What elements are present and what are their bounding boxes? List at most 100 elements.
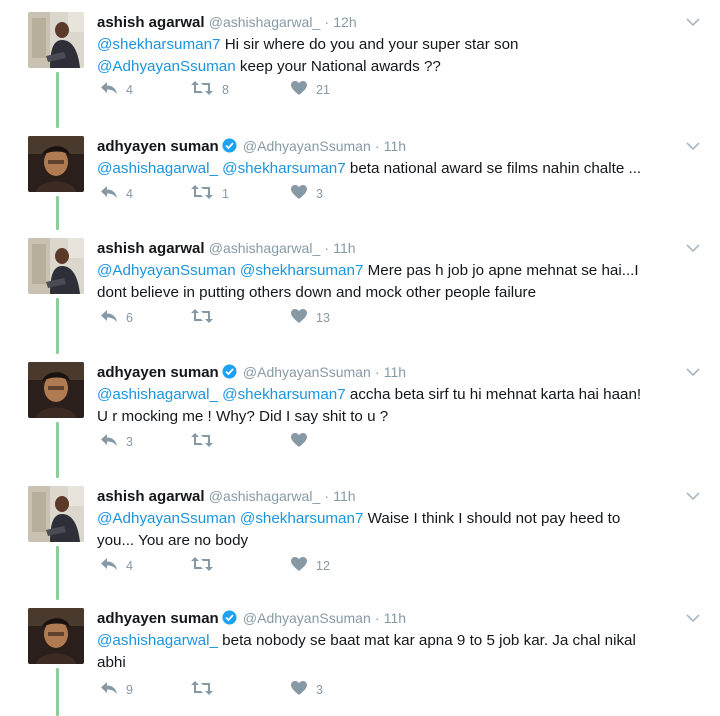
avatar-adhyayan[interactable]	[28, 136, 84, 192]
tweet-text-line: @AdhyayanSsuman keep your National award…	[97, 56, 697, 78]
handle[interactable]: @ashishagarwal_	[209, 488, 321, 504]
avatar-adhyayan[interactable]	[28, 362, 84, 418]
tweet-text-body: Waise I think I should not pay heed to	[363, 510, 621, 527]
mention-link[interactable]: @ashishagarwal_	[97, 386, 218, 403]
retweet-icon	[190, 432, 214, 451]
display-name[interactable]: ashish agarwal	[97, 14, 205, 31]
tweet-header: ashish agarwal @ashishagarwal_ · 11h	[97, 238, 356, 259]
tweet-header: ashish agarwal @ashishagarwal_ · 12h	[97, 12, 357, 33]
avatar-ashish[interactable]	[28, 238, 84, 294]
mention-link[interactable]: @AdhyayanSsuman	[97, 262, 236, 279]
chevron-down-icon[interactable]	[686, 364, 700, 382]
tweet[interactable]: ashish agarwal @ashishagarwal_ · 12h @she…	[0, 4, 720, 128]
avatar-ashish[interactable]	[28, 486, 84, 542]
tweet-text-body: U r mocking me ! Why? Did I say shit to …	[97, 408, 389, 425]
thread-connector-line	[56, 546, 59, 600]
tweet-text-line: you... You are no body	[97, 530, 697, 552]
like-button[interactable]: 21	[290, 80, 330, 99]
tweet-text: @AdhyayanSsuman @shekharsuman7 Waise I t…	[97, 508, 697, 552]
tweet-header: ashish agarwal @ashishagarwal_ · 11h	[97, 486, 356, 507]
tweet-text-body: Hi sir where do you and your super star …	[220, 36, 519, 53]
mention-link[interactable]: @ashishagarwal_	[97, 160, 218, 177]
mention-link[interactable]: @AdhyayanSsuman	[97, 58, 236, 75]
reply-button[interactable]: 4	[100, 80, 133, 99]
retweet-button[interactable]: 1	[190, 184, 229, 203]
thread-connector-line	[56, 298, 59, 354]
retweet-button[interactable]	[190, 432, 222, 451]
reply-button[interactable]: 4	[100, 556, 133, 575]
handle[interactable]: @ashishagarwal_	[209, 14, 321, 30]
retweet-button[interactable]	[190, 308, 222, 327]
reply-icon	[100, 184, 118, 203]
timestamp[interactable]: 11h	[333, 240, 355, 256]
tweet-text-line: @ashishagarwal_ beta nobody se baat mat …	[97, 630, 697, 652]
tweet-text: @ashishagarwal_ beta nobody se baat mat …	[97, 630, 697, 674]
like-icon	[290, 184, 308, 203]
chevron-down-icon[interactable]	[686, 240, 700, 258]
tweet[interactable]: adhyayen suman @AdhyayanSsuman · 11h @ash…	[0, 354, 720, 478]
mention-link[interactable]: @ashishagarwal_	[97, 632, 218, 649]
handle[interactable]: @AdhyayanSsuman	[243, 364, 371, 380]
timestamp[interactable]: 11h	[384, 610, 406, 626]
reply-icon	[100, 680, 118, 699]
reply-icon	[100, 308, 118, 327]
tweet[interactable]: ashish agarwal @ashishagarwal_ · 11h @Adh…	[0, 230, 720, 354]
avatar-ashish[interactable]	[28, 12, 84, 68]
timestamp[interactable]: 11h	[384, 364, 406, 380]
retweet-icon	[190, 308, 214, 327]
reply-count: 6	[126, 310, 133, 325]
like-button[interactable]: 3	[290, 680, 323, 699]
display-name[interactable]: ashish agarwal	[97, 240, 205, 257]
tweet-text: @shekharsuman7 Hi sir where do you and y…	[97, 34, 697, 78]
tweet-header: adhyayen suman @AdhyayanSsuman · 11h	[97, 136, 406, 159]
like-count: 13	[316, 310, 330, 325]
chevron-down-icon[interactable]	[686, 14, 700, 32]
like-icon	[290, 80, 308, 99]
verified-badge-icon	[222, 364, 237, 385]
timestamp[interactable]: 11h	[384, 138, 406, 154]
retweet-button[interactable]	[190, 556, 222, 575]
mention-link[interactable]: @AdhyayanSsuman	[97, 510, 236, 527]
mention-link[interactable]: @shekharsuman7	[236, 262, 363, 279]
like-button[interactable]	[290, 432, 316, 451]
verified-badge-icon	[222, 138, 237, 159]
chevron-down-icon[interactable]	[686, 138, 700, 156]
chevron-down-icon[interactable]	[686, 610, 700, 628]
tweet-text-line: @ashishagarwal_ @shekharsuman7 beta nati…	[97, 158, 697, 180]
handle[interactable]: @AdhyayanSsuman	[243, 138, 371, 154]
tweet-text-line: dont believe in putting others down and …	[97, 282, 697, 304]
display-name[interactable]: adhyayen suman	[97, 364, 219, 381]
display-name[interactable]: adhyayen suman	[97, 610, 219, 627]
reply-icon	[100, 80, 118, 99]
chevron-down-icon[interactable]	[686, 488, 700, 506]
like-button[interactable]: 3	[290, 184, 323, 203]
mention-link[interactable]: @shekharsuman7	[218, 160, 345, 177]
reply-button[interactable]: 3	[100, 432, 133, 451]
avatar-adhyayan[interactable]	[28, 608, 84, 664]
tweet[interactable]: ashish agarwal @ashishagarwal_ · 11h @Adh…	[0, 478, 720, 600]
retweet-button[interactable]	[190, 680, 222, 699]
tweet-text-line: @AdhyayanSsuman @shekharsuman7 Waise I t…	[97, 508, 697, 530]
like-button[interactable]: 12	[290, 556, 330, 575]
reply-count: 4	[126, 558, 133, 573]
reply-button[interactable]: 4	[100, 184, 133, 203]
handle[interactable]: @ashishagarwal_	[209, 240, 321, 256]
separator: ·	[324, 240, 330, 256]
mention-link[interactable]: @shekharsuman7	[218, 386, 345, 403]
thread-connector-line	[56, 72, 59, 128]
display-name[interactable]: adhyayen suman	[97, 138, 219, 155]
timestamp[interactable]: 12h	[333, 14, 356, 30]
separator: ·	[374, 364, 380, 380]
handle[interactable]: @AdhyayanSsuman	[243, 610, 371, 626]
display-name[interactable]: ashish agarwal	[97, 488, 205, 505]
tweet[interactable]: adhyayen suman @AdhyayanSsuman · 11h @ash…	[0, 128, 720, 230]
reply-button[interactable]: 6	[100, 308, 133, 327]
reply-button[interactable]: 9	[100, 680, 133, 699]
mention-link[interactable]: @shekharsuman7	[236, 510, 363, 527]
retweet-button[interactable]: 8	[190, 80, 229, 99]
like-button[interactable]: 13	[290, 308, 330, 327]
mention-link[interactable]: @shekharsuman7	[97, 36, 220, 53]
timestamp[interactable]: 11h	[333, 488, 355, 504]
reply-count: 4	[126, 186, 133, 201]
tweet[interactable]: adhyayen suman @AdhyayanSsuman · 11h @ash…	[0, 600, 720, 716]
